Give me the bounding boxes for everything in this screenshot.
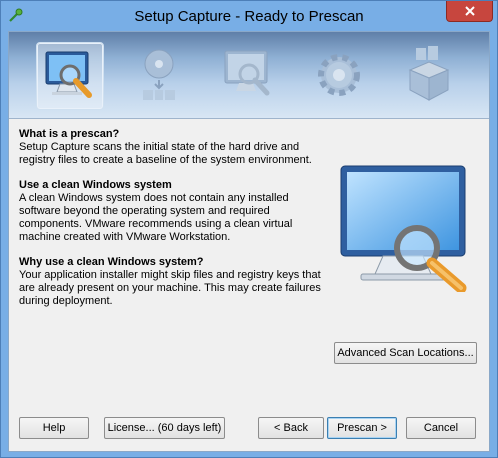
prescan-info-text: What is a prescan? Setup Capture scans t…	[19, 128, 329, 320]
close-icon	[464, 6, 475, 16]
window-title: Setup Capture - Ready to Prescan	[134, 8, 364, 25]
prescan-button[interactable]: Prescan >	[327, 417, 397, 439]
back-button[interactable]: < Back	[258, 417, 324, 439]
info-section: Use a clean Windows system A clean Windo…	[19, 179, 329, 244]
step-configure	[306, 42, 372, 108]
package-box-icon	[408, 46, 450, 101]
monitor-icon	[224, 50, 270, 96]
advanced-scan-locations-button[interactable]: Advanced Scan Locations...	[334, 342, 477, 364]
step-postscan	[216, 42, 282, 108]
info-section: Why use a clean Windows system? Your app…	[19, 256, 329, 308]
disc-install-icon	[143, 49, 175, 100]
prescan-monitor-illustration	[340, 165, 467, 292]
monitor-magnifier-icon	[45, 51, 92, 98]
wizard-client-area: What is a prescan? Setup Capture scans t…	[8, 31, 490, 452]
close-button[interactable]	[446, 1, 493, 22]
section-heading: Use a clean Windows system	[19, 179, 172, 191]
wizard-step-banner	[9, 32, 489, 119]
step-prescan	[36, 42, 104, 110]
step-package	[396, 42, 462, 108]
license-button[interactable]: License... (60 days left)	[104, 417, 225, 439]
section-body: Your application installer might skip fi…	[19, 269, 321, 307]
section-body: Setup Capture scans the initial state of…	[19, 141, 312, 166]
cancel-button[interactable]: Cancel	[406, 417, 476, 439]
gear-icon	[318, 54, 360, 96]
help-button[interactable]: Help	[19, 417, 89, 439]
title-bar[interactable]: Setup Capture - Ready to Prescan	[1, 1, 497, 31]
section-heading: What is a prescan?	[19, 128, 120, 140]
section-body: A clean Windows system does not contain …	[19, 192, 293, 243]
section-heading: Why use a clean Windows system?	[19, 256, 204, 268]
step-install	[126, 42, 192, 108]
setup-capture-window: Setup Capture - Ready to Prescan What is…	[0, 0, 498, 458]
info-section: What is a prescan? Setup Capture scans t…	[19, 128, 329, 167]
